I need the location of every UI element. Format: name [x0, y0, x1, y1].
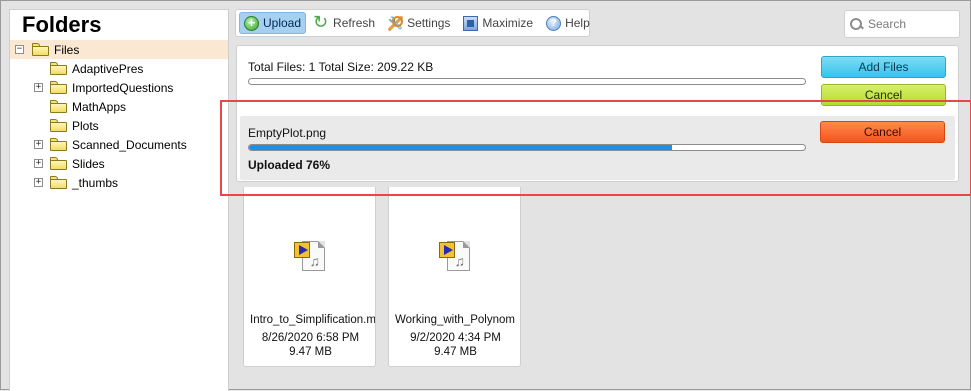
refresh-icon [313, 12, 329, 33]
folder-icon [50, 157, 67, 170]
add-files-button[interactable]: Add Files [821, 56, 946, 78]
help-button[interactable]: Help [541, 12, 595, 34]
tree-node-label: Plots [72, 118, 99, 133]
folder-open-icon [32, 43, 49, 56]
tree-node-label: Scanned_Documents [72, 137, 187, 152]
search-box[interactable] [844, 10, 960, 38]
file-tile[interactable]: ♫ Intro_to_Simplification.m 8/26/2020 6:… [243, 187, 376, 367]
folder-icon [50, 62, 67, 75]
cancel-file-upload-button[interactable]: Cancel [820, 121, 945, 143]
tree-node-importedquestions[interactable]: + ImportedQuestions [10, 78, 228, 97]
maximize-button[interactable]: Maximize [458, 12, 538, 34]
file-tile-date: 9/2/2020 4:34 PM [410, 332, 501, 344]
tree-node-label: Slides [72, 156, 105, 171]
tree-node-files[interactable]: − Files [10, 40, 228, 59]
settings-button[interactable]: Settings [383, 12, 455, 34]
expand-toggle-icon[interactable]: + [34, 178, 43, 187]
tree-node-scanned-documents[interactable]: + Scanned_Documents [10, 135, 228, 154]
search-input[interactable] [868, 17, 956, 31]
expand-toggle-icon[interactable]: + [34, 159, 43, 168]
toolbar: Upload Refresh Settings Maximize Help [235, 9, 590, 37]
tree-node-label: _thumbs [72, 175, 119, 190]
folder-icon [50, 119, 67, 132]
tree-node-slides[interactable]: + Slides [10, 154, 228, 173]
folder-icon [50, 176, 67, 189]
folder-icon [50, 81, 67, 94]
maximize-label: Maximize [482, 16, 534, 30]
upload-panel: Total Files: 1 Total Size: 209.22 KB Add… [236, 45, 959, 182]
tree-node-adaptivepres[interactable]: AdaptivePres [10, 59, 228, 78]
upload-label: Upload [263, 16, 302, 30]
wrench-icon [388, 15, 404, 31]
file-tile-name: Working_with_Polynom [395, 314, 515, 326]
help-label: Help [565, 16, 590, 30]
upload-file-name: EmptyPlot.png [248, 126, 327, 140]
file-tile[interactable]: ♫ Working_with_Polynom 9/2/2020 4:34 PM … [388, 187, 521, 367]
total-progress-bar [248, 78, 806, 85]
file-tile-size: 9.47 MB [289, 346, 332, 358]
file-progress-bar [248, 144, 806, 151]
refresh-label: Refresh [333, 16, 376, 30]
upload-button[interactable]: Upload [239, 12, 307, 34]
expand-toggle-icon[interactable]: + [34, 140, 43, 149]
upload-plus-icon [244, 15, 259, 31]
sidebar-title: Folders [22, 12, 102, 37]
maximize-icon [463, 15, 479, 31]
folder-sidebar: Folders − Files AdaptivePres + ImportedQ… [9, 9, 229, 391]
tree-node-thumbs[interactable]: + _thumbs [10, 173, 228, 192]
upload-file-row: EmptyPlot.png Uploaded 76% Cancel [240, 116, 955, 180]
settings-label: Settings [407, 16, 451, 30]
file-tile-name: Intro_to_Simplification.m [250, 314, 376, 326]
file-progress-fill [249, 145, 672, 150]
file-manager-window: Folders − Files AdaptivePres + ImportedQ… [0, 0, 971, 391]
cancel-all-button[interactable]: Cancel [821, 84, 946, 106]
help-icon [546, 15, 562, 31]
collapse-toggle-icon[interactable]: − [15, 45, 24, 54]
tree-node-label: Files [54, 42, 80, 57]
upload-total-summary: Total Files: 1 Total Size: 209.22 KB [248, 60, 434, 74]
tree-node-label: ImportedQuestions [72, 80, 174, 95]
video-file-icon: ♫ [293, 239, 328, 273]
expand-toggle-icon[interactable]: + [34, 83, 43, 92]
tree-node-plots[interactable]: Plots [10, 116, 228, 135]
folder-tree: − Files AdaptivePres + ImportedQuestions… [10, 40, 228, 192]
video-file-icon: ♫ [438, 239, 473, 273]
tree-node-mathapps[interactable]: MathApps [10, 97, 228, 116]
refresh-button[interactable]: Refresh [309, 12, 380, 34]
folder-icon [50, 138, 67, 151]
file-tile-size: 9.47 MB [434, 346, 477, 358]
tree-node-label: AdaptivePres [72, 61, 144, 76]
file-tile-date: 8/26/2020 6:58 PM [261, 332, 360, 344]
tree-node-label: MathApps [72, 99, 127, 114]
folder-icon [50, 100, 67, 113]
search-icon [850, 17, 863, 31]
upload-file-status: Uploaded 76% [248, 158, 331, 172]
